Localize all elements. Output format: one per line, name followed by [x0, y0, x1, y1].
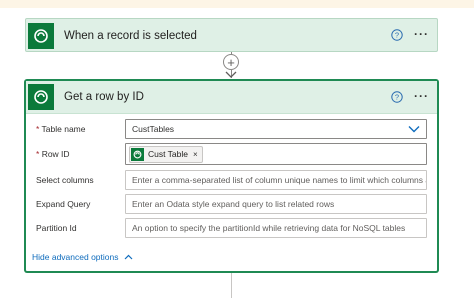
arrow-down-icon: [225, 71, 237, 78]
trigger-card[interactable]: When a record is selected ? ···: [25, 18, 438, 52]
top-strip: [0, 0, 474, 8]
row-id-input[interactable]: Cust Table ×: [125, 143, 427, 165]
action-card-header[interactable]: Get a row by ID ? ···: [26, 81, 437, 114]
required-marker: *: [36, 124, 40, 134]
svg-text:?: ?: [395, 31, 399, 40]
action-title: Get a row by ID: [64, 91, 144, 103]
select-columns-label: Select columns: [36, 175, 94, 185]
dataverse-icon: [28, 84, 54, 110]
hide-advanced-options-link[interactable]: Hide advanced options: [32, 252, 133, 262]
field-select-columns: Select columns Enter a comma-separated l…: [36, 170, 427, 190]
row-id-label-text: Row ID: [41, 149, 70, 159]
chevron-up-icon: [125, 254, 133, 260]
select-columns-input[interactable]: Enter a comma-separated list of column u…: [125, 170, 427, 190]
plus-icon[interactable]: +: [223, 54, 239, 70]
trigger-card-header[interactable]: When a record is selected ? ···: [26, 19, 437, 53]
expand-query-input[interactable]: Enter an Odata style expand query to lis…: [125, 194, 427, 214]
trigger-title: When a record is selected: [64, 30, 197, 42]
required-marker: *: [36, 149, 40, 159]
dataverse-icon: [131, 147, 144, 161]
ellipsis-icon[interactable]: ···: [414, 90, 429, 102]
dynamic-content-token[interactable]: Cust Table ×: [129, 145, 203, 163]
ellipsis-icon[interactable]: ···: [414, 28, 429, 40]
token-close-icon[interactable]: ×: [193, 150, 198, 159]
expand-query-label: Expand Query: [36, 199, 91, 209]
field-partition-id: Partition Id An option to specify the pa…: [36, 218, 427, 238]
token-label: Cust Table: [148, 149, 189, 159]
question-circle-icon[interactable]: ?: [391, 91, 403, 103]
connector-line-next: [231, 273, 232, 298]
table-name-label: * Table name: [36, 124, 126, 134]
advanced-options-label: Hide advanced options: [32, 252, 119, 262]
partition-id-input[interactable]: An option to specify the partitionId whi…: [125, 218, 427, 238]
svg-text:?: ?: [395, 93, 399, 102]
partition-id-label: Partition Id: [36, 223, 77, 233]
row-id-label: * Row ID: [36, 149, 126, 159]
dataverse-icon: [28, 23, 54, 49]
table-name-dropdown[interactable]: CustTables: [125, 119, 427, 139]
field-row-id: * Row ID Cust Table ×: [36, 143, 427, 165]
field-table-name: * Table name CustTables: [36, 119, 427, 139]
field-expand-query: Expand Query Enter an Odata style expand…: [36, 194, 427, 214]
chevron-down-icon[interactable]: [408, 125, 420, 133]
table-name-label-text: Table name: [41, 124, 86, 134]
table-name-value: CustTables: [132, 124, 175, 134]
question-circle-icon[interactable]: ?: [391, 29, 403, 41]
action-card[interactable]: Get a row by ID ? ··· * Table name CustT…: [25, 80, 438, 272]
